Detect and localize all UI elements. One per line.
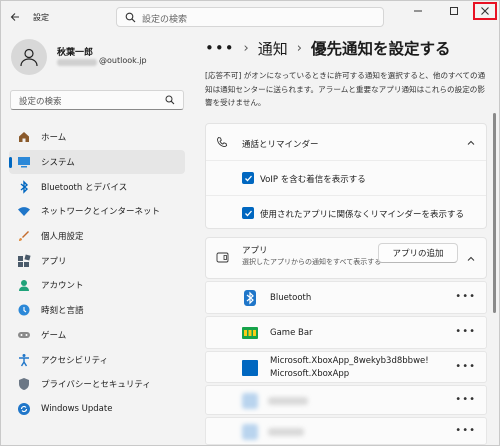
chevron-right-icon: › <box>296 40 302 56</box>
breadcrumb-overflow[interactable]: ••• <box>205 39 235 57</box>
game-bar-icon <box>242 325 258 341</box>
more-options-button[interactable]: ••• <box>455 425 476 436</box>
page-title: 優先通知を設定する <box>310 40 451 58</box>
sidebar-search-placeholder: 設定の検索 <box>19 97 62 107</box>
bluetooth-icon <box>17 180 31 194</box>
user-profile[interactable]: 秋葉一郎 @outlook.jp <box>9 35 199 85</box>
sidebar-item-personalization[interactable]: 個人用設定 <box>9 224 185 249</box>
user-name: 秋葉一郎 <box>57 48 94 58</box>
brush-icon <box>17 229 31 243</box>
redacted-app-name <box>268 397 308 405</box>
sidebar-item-privacy[interactable]: プライバシーとセキュリティ <box>9 372 185 397</box>
app-row-bluetooth[interactable]: Bluetooth ••• <box>205 281 487 314</box>
apps-card-header: アプリ 選択したアプリからの通知をすべて表示する アプリの追加 <box>205 237 487 279</box>
sidebar-item-system[interactable]: システム <box>9 149 185 175</box>
sidebar-item-network[interactable]: ネットワークとインターネット <box>9 199 185 224</box>
checkmark-icon <box>244 210 252 216</box>
sidebar-item-home[interactable]: ホーム <box>9 125 185 150</box>
back-arrow-icon[interactable] <box>7 9 23 25</box>
shield-icon <box>17 377 31 391</box>
calls-reminders-card: 通話とリマインダー VoIP を含む着信を表示する 使用されたアプリに関係なくリ… <box>205 123 487 229</box>
reminders-option-row[interactable]: 使用されたアプリに関係なくリマインダーを表示する <box>206 195 486 230</box>
more-options-button[interactable]: ••• <box>455 394 476 405</box>
gamepad-icon <box>17 328 31 342</box>
phone-icon <box>216 136 228 151</box>
avatar <box>11 39 47 75</box>
search-placeholder: 設定の検索 <box>142 15 188 25</box>
voip-option-row[interactable]: VoIP を含む着信を表示する <box>206 160 486 195</box>
scrollbar[interactable] <box>493 113 496 313</box>
email-redacted <box>57 59 97 66</box>
app-row-redacted[interactable]: ••• <box>205 417 487 445</box>
more-options-button[interactable]: ••• <box>455 326 476 337</box>
apps-section-title: アプリ <box>242 246 268 256</box>
sidebar-item-time-language[interactable]: 時刻と言語 <box>9 298 185 323</box>
home-icon <box>17 130 31 144</box>
chevron-up-icon[interactable] <box>466 254 476 264</box>
person-icon <box>20 48 38 67</box>
sidebar-nav: ホーム システム Bluetooth とデバイス ネットワークとインターネット … <box>9 125 185 421</box>
reminders-checkbox[interactable] <box>242 207 254 219</box>
sidebar-item-accounts[interactable]: アカウント <box>9 273 185 298</box>
app-window-icon <box>216 252 229 266</box>
app-title: 設定 <box>33 13 49 22</box>
app-row-xbox[interactable]: Microsoft.XboxApp_8wekyb3d8bbwe! Microso… <box>205 351 487 383</box>
system-icon <box>17 155 31 169</box>
redacted-app-icon <box>242 424 258 440</box>
wifi-icon <box>17 204 31 218</box>
app-row-game-bar[interactable]: Game Bar ••• <box>205 316 487 349</box>
add-app-button[interactable]: アプリの追加 <box>378 243 458 263</box>
redacted-app-name <box>268 428 304 436</box>
app-row-redacted[interactable]: ••• <box>205 385 487 415</box>
chevron-right-icon: › <box>243 40 249 56</box>
page-description: [応答不可] がオンになっているときに許可する通知を選択すると、他のすべての通知… <box>205 71 486 107</box>
search-icon <box>125 12 136 23</box>
calls-reminders-header[interactable]: 通話とリマインダー <box>206 124 486 160</box>
user-email: @outlook.jp <box>99 56 147 65</box>
breadcrumb: ••• › 通知 › 優先通知を設定する <box>205 37 450 59</box>
sidebar-item-accessibility[interactable]: アクセシビリティ <box>9 347 185 372</box>
title-bar: 設定 設定の検索 <box>1 1 499 33</box>
more-options-button[interactable]: ••• <box>455 361 476 372</box>
bluetooth-icon <box>242 290 258 306</box>
sidebar-item-bluetooth[interactable]: Bluetooth とデバイス <box>9 174 185 199</box>
search-icon <box>165 95 175 105</box>
redacted-app-icon <box>242 393 258 409</box>
accessibility-icon <box>17 353 31 367</box>
sidebar-item-gaming[interactable]: ゲーム <box>9 323 185 348</box>
update-icon <box>17 402 31 416</box>
checkmark-icon <box>244 175 252 181</box>
xbox-app-icon <box>242 360 258 376</box>
close-button[interactable] <box>473 2 497 20</box>
globe-clock-icon <box>17 303 31 317</box>
sidebar-item-windows-update[interactable]: Windows Update <box>9 397 185 422</box>
maximize-button[interactable] <box>441 1 467 21</box>
more-options-button[interactable]: ••• <box>455 291 476 302</box>
search-input-sidebar[interactable]: 設定の検索 <box>10 90 184 110</box>
close-icon <box>481 7 489 15</box>
minimize-button[interactable] <box>405 1 431 21</box>
account-icon <box>17 278 31 292</box>
apps-section-subtitle: 選択したアプリからの通知をすべて表示する <box>242 258 382 266</box>
apps-icon <box>17 254 31 268</box>
chevron-up-icon <box>466 138 476 148</box>
search-input-top[interactable]: 設定の検索 <box>116 7 384 27</box>
settings-window: 設定 設定の検索 秋葉一郎 @outlook.jp 設定の検索 ホーム システム… <box>0 0 500 446</box>
breadcrumb-notifications[interactable]: 通知 <box>258 38 288 59</box>
voip-checkbox[interactable] <box>242 172 254 184</box>
sidebar-item-apps[interactable]: アプリ <box>9 248 185 273</box>
